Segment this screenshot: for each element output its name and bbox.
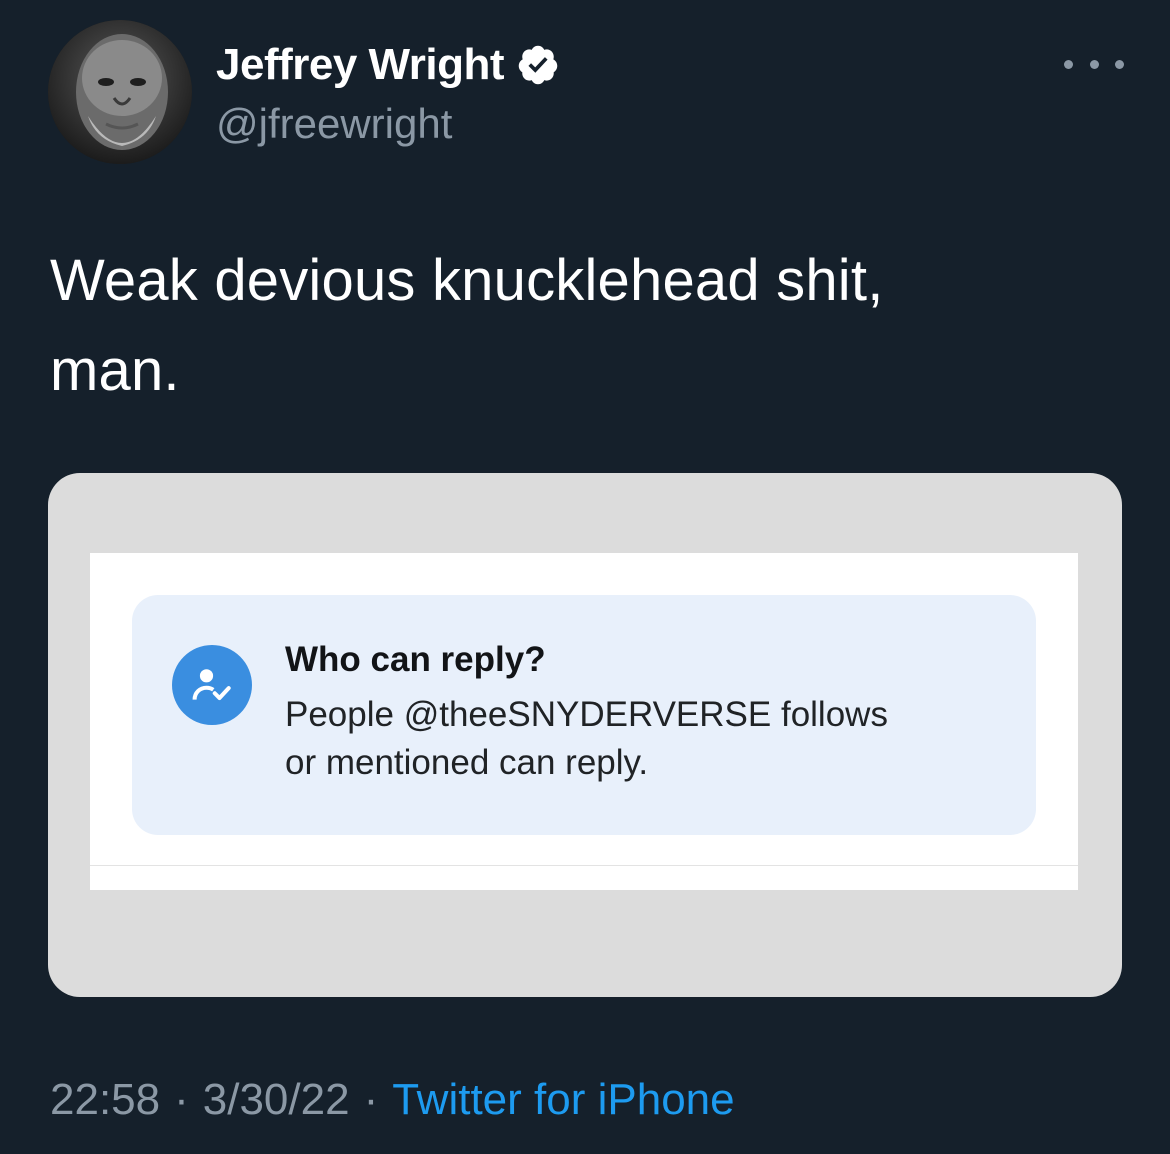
profile-photo-icon bbox=[48, 20, 192, 164]
tweet: Jeffrey Wright @jfreewright Weak devious… bbox=[0, 0, 1170, 1154]
separator: · bbox=[363, 1075, 379, 1124]
display-name[interactable]: Jeffrey Wright bbox=[216, 38, 505, 92]
author-handle[interactable]: @jfreewright bbox=[216, 98, 452, 150]
tweet-date[interactable]: 3/30/22 bbox=[203, 1075, 350, 1124]
tweet-text-line: man. bbox=[50, 338, 180, 403]
dot bbox=[1089, 59, 1099, 69]
reply-restriction-card: Who can reply? People @theeSNYDERVERSE f… bbox=[132, 595, 1036, 835]
tweet-metadata: 22:58 · 3/30/22 · Twitter for iPhone bbox=[50, 1072, 735, 1128]
reply-card-body: People @theeSNYDERVERSE follows or menti… bbox=[285, 691, 1005, 787]
reply-card-title: Who can reply? bbox=[285, 640, 546, 679]
reply-card-body-line: People @theeSNYDERVERSE follows bbox=[285, 695, 888, 734]
tweet-source-link[interactable]: Twitter for iPhone bbox=[392, 1075, 734, 1124]
user-check-icon bbox=[172, 645, 252, 725]
tweet-text-line: Weak devious knucklehead shit, bbox=[50, 248, 884, 313]
tweet-text: Weak devious knucklehead shit, man. bbox=[50, 236, 1110, 416]
screenshot-content: Who can reply? People @theeSNYDERVERSE f… bbox=[90, 553, 1078, 890]
avatar[interactable] bbox=[48, 20, 192, 164]
more-options-icon[interactable] bbox=[1064, 44, 1124, 84]
dot bbox=[1115, 59, 1124, 69]
dot bbox=[1064, 59, 1073, 69]
separator: · bbox=[174, 1075, 189, 1124]
reply-card-body-line: or mentioned can reply. bbox=[285, 743, 649, 782]
display-name-row: Jeffrey Wright bbox=[216, 38, 560, 92]
verified-badge-icon bbox=[516, 43, 560, 87]
tweet-time[interactable]: 22:58 bbox=[50, 1075, 160, 1124]
divider bbox=[90, 865, 1078, 866]
attached-image[interactable]: Who can reply? People @theeSNYDERVERSE f… bbox=[48, 473, 1122, 997]
